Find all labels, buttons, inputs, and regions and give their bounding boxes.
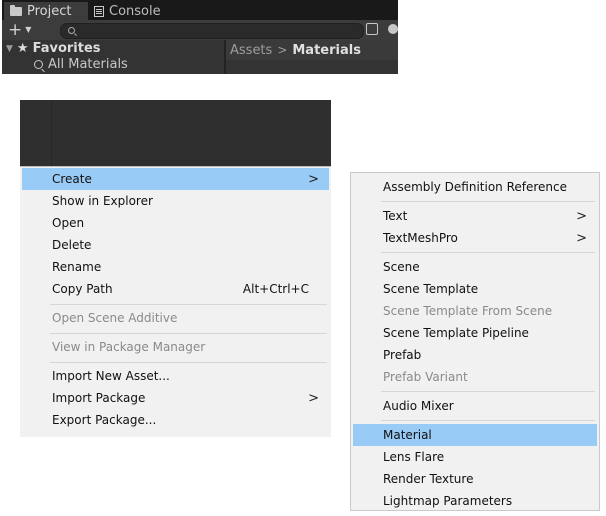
chevron-down-icon: ▼ (25, 25, 32, 34)
search-input[interactable] (60, 23, 364, 39)
submenu-item-prefab-variant: Prefab Variant (353, 366, 597, 388)
tab-console[interactable]: Console (88, 2, 167, 20)
menu-item-label: Prefab Variant (383, 370, 468, 384)
context-menu: Create > Show in Explorer Open Delete Re… (20, 166, 331, 437)
breadcrumb-materials[interactable]: Materials (292, 43, 361, 58)
menu-item-label: Delete (52, 238, 92, 252)
submenu-item-text[interactable]: Text > (353, 205, 597, 227)
menu-item-open-scene-additive: Open Scene Additive (22, 307, 329, 329)
search-by-label-icon[interactable] (388, 24, 398, 34)
submenu-item-render-texture[interactable]: Render Texture (353, 468, 597, 490)
menu-item-label: Open Scene Additive (52, 311, 178, 325)
submenu-item-textmeshpro[interactable]: TextMeshPro > (353, 227, 597, 249)
tab-console-label: Console (109, 3, 161, 19)
menu-item-import-new-asset[interactable]: Import New Asset... (22, 365, 329, 387)
menu-separator (50, 362, 327, 363)
project-toolbar: + ▼ (2, 20, 398, 40)
breadcrumb-assets[interactable]: Assets (230, 43, 272, 58)
menu-separator (381, 420, 595, 421)
menu-item-label: View in Package Manager (52, 340, 206, 354)
submenu-item-lightmap-parameters[interactable]: Lightmap Parameters (353, 490, 597, 512)
create-submenu: Assembly Definition Reference Text > Tex… (350, 172, 600, 511)
menu-item-label: Rename (52, 260, 102, 274)
tab-project-label: Project (27, 3, 72, 19)
search-by-type-icon[interactable] (366, 23, 378, 35)
menu-item-label: Copy Path (52, 282, 113, 296)
asset-grid (226, 60, 398, 74)
submenu-item-audio-mixer[interactable]: Audio Mixer (353, 395, 597, 417)
menu-item-label: Create (52, 172, 92, 186)
breadcrumb: Assets > Materials (226, 40, 398, 60)
menu-separator (381, 201, 595, 202)
submenu-item-material[interactable]: Material (353, 424, 597, 446)
plus-icon: + (8, 19, 23, 40)
star-icon: ★ (16, 41, 29, 56)
menu-item-label: Material (383, 428, 432, 442)
folder-icon (10, 4, 22, 16)
tab-project[interactable]: Project (4, 2, 88, 20)
menu-separator (50, 333, 327, 334)
shortcut-label: Alt+Ctrl+C (242, 282, 309, 296)
submenu-item-assembly-definition-reference[interactable]: Assembly Definition Reference (353, 176, 597, 198)
tab-bar: Project Console (2, 0, 398, 20)
menu-item-export-package[interactable]: Export Package... (22, 409, 329, 431)
menu-item-label: Scene Template (383, 282, 479, 296)
submenu-item-scene-template-pipeline[interactable]: Scene Template Pipeline (353, 322, 597, 344)
menu-item-label: Assembly Definition Reference (383, 180, 568, 194)
menu-item-label: Import New Asset... (52, 369, 170, 383)
favorites-item-all-materials[interactable]: All Materials (34, 57, 128, 72)
menu-item-label: Scene Template From Scene (383, 304, 553, 318)
console-icon (94, 5, 104, 17)
menu-item-label: Lens Flare (383, 450, 445, 464)
menu-item-import-package[interactable]: Import Package > (22, 387, 329, 409)
create-button[interactable]: + ▼ (8, 21, 31, 39)
menu-item-label: Scene (383, 260, 420, 274)
menu-item-create[interactable]: Create > (22, 168, 329, 190)
menu-item-label: Open (52, 216, 85, 230)
all-materials-label: All Materials (48, 57, 128, 72)
favorites-header[interactable]: ▼ ★ Favorites (6, 41, 101, 56)
favorites-panel: ▼ ★ Favorites All Materials (2, 40, 224, 74)
menu-item-label: Render Texture (383, 472, 474, 486)
submenu-arrow-icon: > (576, 230, 587, 246)
submenu-arrow-icon: > (308, 171, 319, 187)
submenu-arrow-icon: > (576, 208, 587, 224)
project-panel-background (20, 100, 331, 166)
menu-item-label: Prefab (383, 348, 422, 362)
submenu-arrow-icon: > (308, 390, 319, 406)
panel-divider (51, 100, 52, 166)
submenu-item-prefab[interactable]: Prefab (353, 344, 597, 366)
menu-item-label: Import Package (52, 391, 146, 405)
submenu-item-scene-template[interactable]: Scene Template (353, 278, 597, 300)
menu-item-delete[interactable]: Delete (22, 234, 329, 256)
menu-item-view-in-package-manager: View in Package Manager (22, 336, 329, 358)
menu-item-label: Audio Mixer (383, 399, 454, 413)
expand-triangle-icon[interactable]: ▼ (6, 44, 13, 54)
favorites-label: Favorites (32, 41, 101, 56)
breadcrumb-separator: > (277, 43, 288, 57)
menu-separator (50, 304, 327, 305)
menu-item-show-in-explorer[interactable]: Show in Explorer (22, 190, 329, 212)
search-icon (68, 27, 75, 34)
unity-project-window: Project Console + ▼ ▼ ★ Favorites All Ma… (2, 0, 398, 74)
submenu-item-lens-flare[interactable]: Lens Flare (353, 446, 597, 468)
submenu-item-scene-template-from-scene: Scene Template From Scene (353, 300, 597, 322)
menu-item-label: Scene Template Pipeline (383, 326, 529, 340)
menu-item-label: Lightmap Parameters (383, 494, 513, 508)
menu-item-open[interactable]: Open (22, 212, 329, 234)
menu-separator (381, 252, 595, 253)
menu-item-label: Show in Explorer (52, 194, 153, 208)
search-icon (34, 60, 43, 69)
menu-item-rename[interactable]: Rename (22, 256, 329, 278)
menu-item-label: Text (383, 209, 408, 223)
menu-item-label: TextMeshPro (383, 231, 458, 245)
menu-item-label: Export Package... (52, 413, 157, 427)
menu-item-copy-path[interactable]: Copy Path Alt+Ctrl+C (22, 278, 329, 300)
submenu-item-scene[interactable]: Scene (353, 256, 597, 278)
menu-separator (381, 391, 595, 392)
